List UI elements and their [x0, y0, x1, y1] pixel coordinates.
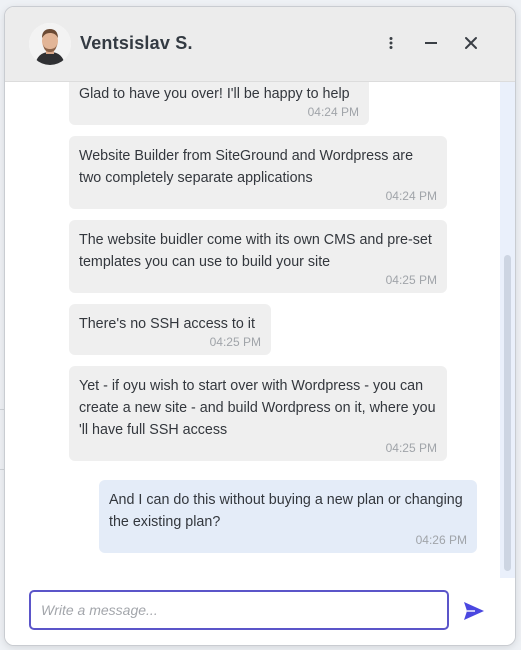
minimize-icon	[425, 42, 437, 44]
message-composer	[5, 578, 515, 645]
send-button[interactable]	[462, 599, 486, 623]
agent-name: Ventsislav S.	[80, 33, 193, 53]
message-text: Glad to have you over! I'll be happy to …	[79, 86, 350, 102]
message-timestamp: 04:25 PM	[209, 335, 261, 349]
message-text: Yet - if oyu wish to start over with Wor…	[79, 378, 436, 438]
message-text: And I can do this without buying a new p…	[109, 492, 463, 530]
message-timestamp: 04:24 PM	[385, 189, 437, 203]
send-icon	[464, 602, 484, 620]
message-timestamp: 04:26 PM	[415, 533, 467, 547]
message-text: The website buidler come with its own CM…	[79, 232, 432, 270]
close-icon	[465, 37, 477, 49]
message-text: Website Builder from SiteGround and Word…	[79, 148, 414, 186]
more-vertical-icon	[389, 37, 393, 49]
minimize-button[interactable]	[419, 31, 443, 55]
message-bubble-agent: Yet - if oyu wish to start over with Wor…	[69, 366, 447, 461]
close-button[interactable]	[459, 31, 483, 55]
chat-header: Ventsislav S.	[5, 7, 515, 82]
message-bubble-agent: Glad to have you over! I'll be happy to …	[69, 82, 369, 125]
message-bubble-agent: There's no SSH access to it 04:25 PM	[69, 304, 271, 355]
message-input[interactable]	[29, 590, 449, 630]
message-list[interactable]: Glad to have you over! I'll be happy to …	[5, 82, 502, 578]
message-timestamp: 04:24 PM	[307, 105, 359, 119]
message-bubble-agent: Website Builder from SiteGround and Word…	[69, 136, 447, 209]
message-text: There's no SSH access to it	[79, 316, 255, 332]
message-timestamp: 04:25 PM	[385, 273, 437, 287]
message-bubble-agent: The website buidler come with its own CM…	[69, 220, 447, 293]
message-timestamp: 04:25 PM	[385, 441, 437, 455]
message-bubble-user: And I can do this without buying a new p…	[99, 480, 477, 553]
scrollbar-thumb[interactable]	[504, 255, 511, 571]
chat-window: Ventsislav S. Glad to have you over! I'l…	[4, 6, 516, 646]
more-options-button[interactable]	[379, 31, 403, 55]
avatar	[29, 23, 71, 65]
